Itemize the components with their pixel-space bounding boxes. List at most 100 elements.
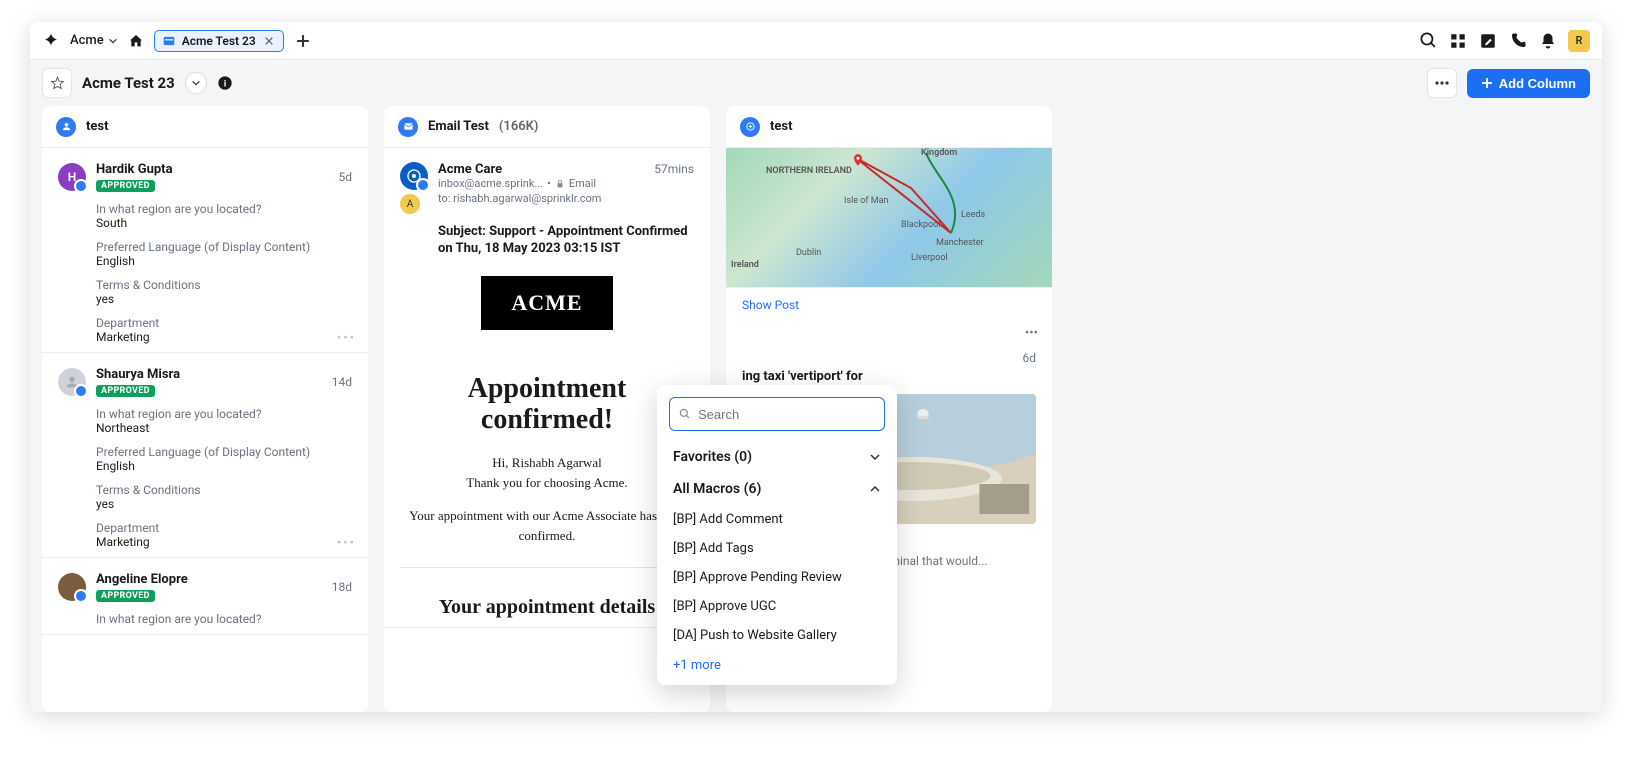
close-tab-button[interactable] <box>262 34 276 48</box>
topbar: Acme Acme Test 23 <box>30 22 1602 60</box>
user-avatar[interactable]: R <box>1568 30 1590 52</box>
column-type-icon <box>56 117 76 137</box>
map-card[interactable]: Kingdom NORTHERN IRELAND Isle of Man Ire… <box>726 148 1052 341</box>
column-count: (166K) <box>499 119 539 134</box>
chevron-down-icon <box>108 36 118 46</box>
recipient-avatar: A <box>400 194 420 214</box>
popup-search-field[interactable] <box>669 397 885 431</box>
all-macros-group[interactable]: All Macros (6) <box>657 473 897 505</box>
field-label: Preferred Language (of Display Content) <box>96 240 352 254</box>
column-type-icon <box>398 117 418 137</box>
notifications-button[interactable] <box>1538 31 1558 51</box>
search-button[interactable] <box>1418 31 1438 51</box>
map-label: Isle of Man <box>844 196 889 206</box>
map-label: NORTHERN IRELAND <box>766 166 852 176</box>
map-label: Dublin <box>796 248 821 258</box>
card-menu-button[interactable]: ••• <box>337 331 356 346</box>
list-item[interactable]: H Hardik Gupta APPROVED 5d In what regio… <box>42 148 368 353</box>
workspace-name: Acme <box>70 33 104 48</box>
map-label: Liverpool <box>911 253 948 263</box>
timestamp: 6d <box>742 351 1036 365</box>
map-label: Kingdom <box>921 148 957 158</box>
map-label: Ireland <box>731 260 759 270</box>
sender-avatar <box>400 162 428 190</box>
macro-item[interactable]: [BP] Approve UGC <box>657 592 897 621</box>
field-label: In what region are you located? <box>96 407 352 421</box>
compose-button[interactable] <box>1478 31 1498 51</box>
call-button[interactable] <box>1508 31 1528 51</box>
field-value: English <box>96 254 352 268</box>
field-value: yes <box>96 292 352 306</box>
close-icon <box>264 36 274 46</box>
add-column-button[interactable]: Add Column <box>1467 69 1590 98</box>
macro-item[interactable]: [BP] Approve Pending Review <box>657 563 897 592</box>
favorite-button[interactable] <box>42 68 72 98</box>
info-button[interactable]: i <box>217 75 233 91</box>
column-title: test <box>86 119 109 134</box>
field-value: Marketing <box>96 330 352 344</box>
column-header[interactable]: test <box>42 106 368 148</box>
map-label: Manchester <box>936 238 984 248</box>
active-tab[interactable]: Acme Test 23 <box>154 30 284 52</box>
timestamp: 5d <box>338 170 352 184</box>
show-more-link[interactable]: +1 more <box>657 650 897 675</box>
card-menu-button[interactable]: ••• <box>726 322 1052 341</box>
page-title: Acme Test 23 <box>82 74 175 92</box>
chevron-down-icon <box>191 78 201 88</box>
list-item[interactable]: Angeline Elopre APPROVED 18d In what reg… <box>42 558 368 635</box>
svg-text:i: i <box>223 78 226 88</box>
add-tab-button[interactable] <box>294 32 312 50</box>
map-preview: Kingdom NORTHERN IRELAND Isle of Man Ire… <box>726 148 1052 288</box>
show-post-link[interactable]: Show Post <box>726 288 1052 322</box>
info-icon: i <box>217 75 233 91</box>
to-prefix: to: <box>438 192 450 205</box>
chevron-up-icon <box>869 483 881 495</box>
brand-logo-icon <box>42 32 60 50</box>
search-icon <box>678 407 692 421</box>
favorites-group[interactable]: Favorites (0) <box>657 441 897 473</box>
timestamp: 14d <box>332 375 352 389</box>
title-dropdown-button[interactable] <box>185 72 207 94</box>
star-icon <box>50 76 65 91</box>
confirmation-body: Your appointment with our Acme Associate… <box>400 506 694 545</box>
favorites-label: Favorites (0) <box>673 449 752 465</box>
column-type-icon <box>740 117 760 137</box>
all-macros-label: All Macros (6) <box>673 481 761 497</box>
field-value: South <box>96 216 352 230</box>
details-heading: Your appointment details <box>400 596 694 619</box>
field-label: Terms & Conditions <box>96 278 352 292</box>
avatar <box>58 573 86 601</box>
email-subject: Subject: Support - Appointment Confirmed… <box>438 224 694 258</box>
column-test-1: test H Hardik Gupta APPROVED 5d <box>42 106 368 712</box>
contact-name: Hardik Gupta <box>96 162 173 177</box>
field-label: Terms & Conditions <box>96 483 352 497</box>
sender-name: Acme Care <box>438 162 502 177</box>
timestamp: 18d <box>332 580 352 594</box>
macro-item[interactable]: [DA] Push to Website Gallery <box>657 621 897 650</box>
brand-banner: ACME <box>481 276 612 330</box>
workspace-switcher[interactable]: Acme <box>70 33 118 48</box>
column-title: Email Test <box>428 119 489 134</box>
timestamp: 57mins <box>654 162 694 176</box>
email-body: ACME Appointment confirmed! Hi, Rishabh … <box>400 276 694 620</box>
map-label: Blackpool <box>901 220 940 230</box>
macro-item[interactable]: [BP] Add Tags <box>657 534 897 563</box>
status-badge: APPROVED <box>96 590 155 602</box>
subheader: Acme Test 23 i Add Column <box>30 60 1602 106</box>
column-header[interactable]: Email Test (166K) <box>384 106 710 148</box>
more-options-button[interactable] <box>1427 68 1457 98</box>
field-value: Northeast <box>96 421 352 435</box>
avatar: H <box>58 163 86 191</box>
grid-icon <box>1449 32 1467 50</box>
field-label: Preferred Language (of Display Content) <box>96 445 352 459</box>
home-icon[interactable] <box>128 33 144 49</box>
card-menu-button[interactable]: ••• <box>337 536 356 551</box>
list-item[interactable]: Shaurya Misra APPROVED 14d In what regio… <box>42 353 368 558</box>
apps-button[interactable] <box>1448 31 1468 51</box>
search-input[interactable] <box>698 407 876 422</box>
column-header[interactable]: test <box>726 106 1052 148</box>
status-badge: APPROVED <box>96 180 155 192</box>
plus-icon <box>296 34 310 48</box>
macro-item[interactable]: [BP] Add Comment <box>657 505 897 534</box>
more-horizontal-icon <box>1435 81 1449 85</box>
